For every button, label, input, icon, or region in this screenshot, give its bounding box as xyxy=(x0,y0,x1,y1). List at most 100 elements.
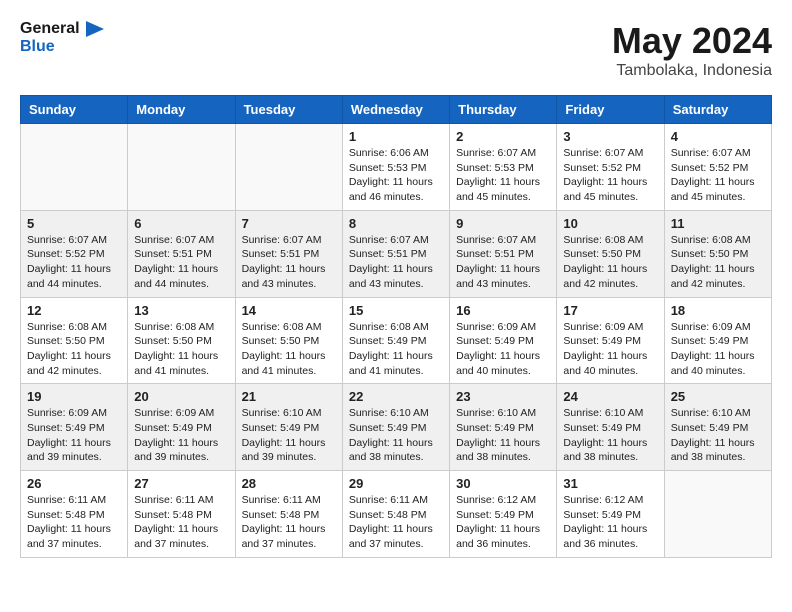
calendar-cell-week1-day2 xyxy=(235,124,342,211)
day-info: Sunrise: 6:08 AMSunset: 5:49 PMDaylight:… xyxy=(349,321,433,377)
day-info: Sunrise: 6:07 AMSunset: 5:51 PMDaylight:… xyxy=(456,234,540,290)
calendar-cell-week4-day5: 24 Sunrise: 6:10 AMSunset: 5:49 PMDaylig… xyxy=(557,384,664,471)
day-info: Sunrise: 6:08 AMSunset: 5:50 PMDaylight:… xyxy=(563,234,647,290)
calendar-cell-week4-day4: 23 Sunrise: 6:10 AMSunset: 5:49 PMDaylig… xyxy=(450,384,557,471)
day-info: Sunrise: 6:10 AMSunset: 5:49 PMDaylight:… xyxy=(349,407,433,463)
page-header: General Blue May 2024 Tambolaka, Indones… xyxy=(20,20,772,80)
day-number: 25 xyxy=(671,389,765,404)
day-info: Sunrise: 6:08 AMSunset: 5:50 PMDaylight:… xyxy=(671,234,755,290)
day-number: 8 xyxy=(349,216,443,231)
day-info: Sunrise: 6:09 AMSunset: 5:49 PMDaylight:… xyxy=(671,321,755,377)
day-info: Sunrise: 6:07 AMSunset: 5:52 PMDaylight:… xyxy=(671,147,755,203)
day-number: 1 xyxy=(349,129,443,144)
calendar-cell-week1-day4: 2 Sunrise: 6:07 AMSunset: 5:53 PMDayligh… xyxy=(450,124,557,211)
day-info: Sunrise: 6:09 AMSunset: 5:49 PMDaylight:… xyxy=(134,407,218,463)
day-info: Sunrise: 6:11 AMSunset: 5:48 PMDaylight:… xyxy=(134,494,218,550)
day-info: Sunrise: 6:07 AMSunset: 5:52 PMDaylight:… xyxy=(563,147,647,203)
calendar-cell-week2-day6: 11 Sunrise: 6:08 AMSunset: 5:50 PMDaylig… xyxy=(664,210,771,297)
calendar-cell-week1-day5: 3 Sunrise: 6:07 AMSunset: 5:52 PMDayligh… xyxy=(557,124,664,211)
weekday-header-friday: Friday xyxy=(557,96,664,124)
calendar-cell-week4-day2: 21 Sunrise: 6:10 AMSunset: 5:49 PMDaylig… xyxy=(235,384,342,471)
day-info: Sunrise: 6:11 AMSunset: 5:48 PMDaylight:… xyxy=(349,494,433,550)
logo-arrow-icon xyxy=(86,21,104,37)
calendar-cell-week2-day5: 10 Sunrise: 6:08 AMSunset: 5:50 PMDaylig… xyxy=(557,210,664,297)
calendar-cell-week1-day6: 4 Sunrise: 6:07 AMSunset: 5:52 PMDayligh… xyxy=(664,124,771,211)
weekday-header-saturday: Saturday xyxy=(664,96,771,124)
calendar-cell-week2-day0: 5 Sunrise: 6:07 AMSunset: 5:52 PMDayligh… xyxy=(21,210,128,297)
calendar-cell-week1-day1 xyxy=(128,124,235,211)
day-number: 22 xyxy=(349,389,443,404)
week-row-4: 19 Sunrise: 6:09 AMSunset: 5:49 PMDaylig… xyxy=(21,384,772,471)
day-number: 5 xyxy=(27,216,121,231)
day-info: Sunrise: 6:07 AMSunset: 5:52 PMDaylight:… xyxy=(27,234,111,290)
day-number: 26 xyxy=(27,476,121,491)
day-number: 11 xyxy=(671,216,765,231)
day-info: Sunrise: 6:07 AMSunset: 5:53 PMDaylight:… xyxy=(456,147,540,203)
day-info: Sunrise: 6:08 AMSunset: 5:50 PMDaylight:… xyxy=(242,321,326,377)
day-number: 15 xyxy=(349,303,443,318)
day-info: Sunrise: 6:11 AMSunset: 5:48 PMDaylight:… xyxy=(27,494,111,550)
day-info: Sunrise: 6:11 AMSunset: 5:48 PMDaylight:… xyxy=(242,494,326,550)
calendar-cell-week5-day1: 27 Sunrise: 6:11 AMSunset: 5:48 PMDaylig… xyxy=(128,471,235,558)
day-info: Sunrise: 6:07 AMSunset: 5:51 PMDaylight:… xyxy=(349,234,433,290)
weekday-header-monday: Monday xyxy=(128,96,235,124)
calendar-cell-week1-day0 xyxy=(21,124,128,211)
calendar-table: SundayMondayTuesdayWednesdayThursdayFrid… xyxy=(20,95,772,558)
week-row-3: 12 Sunrise: 6:08 AMSunset: 5:50 PMDaylig… xyxy=(21,297,772,384)
day-number: 20 xyxy=(134,389,228,404)
day-info: Sunrise: 6:10 AMSunset: 5:49 PMDaylight:… xyxy=(456,407,540,463)
week-row-2: 5 Sunrise: 6:07 AMSunset: 5:52 PMDayligh… xyxy=(21,210,772,297)
day-number: 30 xyxy=(456,476,550,491)
day-info: Sunrise: 6:10 AMSunset: 5:49 PMDaylight:… xyxy=(671,407,755,463)
calendar-cell-week2-day1: 6 Sunrise: 6:07 AMSunset: 5:51 PMDayligh… xyxy=(128,210,235,297)
calendar-cell-week2-day3: 8 Sunrise: 6:07 AMSunset: 5:51 PMDayligh… xyxy=(342,210,449,297)
calendar-cell-week3-day3: 15 Sunrise: 6:08 AMSunset: 5:49 PMDaylig… xyxy=(342,297,449,384)
calendar-cell-week2-day2: 7 Sunrise: 6:07 AMSunset: 5:51 PMDayligh… xyxy=(235,210,342,297)
day-info: Sunrise: 6:12 AMSunset: 5:49 PMDaylight:… xyxy=(563,494,647,550)
day-number: 2 xyxy=(456,129,550,144)
calendar-cell-week5-day0: 26 Sunrise: 6:11 AMSunset: 5:48 PMDaylig… xyxy=(21,471,128,558)
day-info: Sunrise: 6:07 AMSunset: 5:51 PMDaylight:… xyxy=(242,234,326,290)
calendar-cell-week3-day5: 17 Sunrise: 6:09 AMSunset: 5:49 PMDaylig… xyxy=(557,297,664,384)
day-number: 31 xyxy=(563,476,657,491)
week-row-1: 1 Sunrise: 6:06 AMSunset: 5:53 PMDayligh… xyxy=(21,124,772,211)
calendar-cell-week3-day4: 16 Sunrise: 6:09 AMSunset: 5:49 PMDaylig… xyxy=(450,297,557,384)
day-info: Sunrise: 6:06 AMSunset: 5:53 PMDaylight:… xyxy=(349,147,433,203)
month-year: May 2024 xyxy=(612,20,772,62)
calendar-cell-week5-day3: 29 Sunrise: 6:11 AMSunset: 5:48 PMDaylig… xyxy=(342,471,449,558)
calendar-cell-week4-day3: 22 Sunrise: 6:10 AMSunset: 5:49 PMDaylig… xyxy=(342,384,449,471)
day-number: 12 xyxy=(27,303,121,318)
day-number: 6 xyxy=(134,216,228,231)
calendar-cell-week5-day4: 30 Sunrise: 6:12 AMSunset: 5:49 PMDaylig… xyxy=(450,471,557,558)
calendar-cell-week5-day2: 28 Sunrise: 6:11 AMSunset: 5:48 PMDaylig… xyxy=(235,471,342,558)
day-info: Sunrise: 6:12 AMSunset: 5:49 PMDaylight:… xyxy=(456,494,540,550)
day-number: 9 xyxy=(456,216,550,231)
calendar-cell-week3-day2: 14 Sunrise: 6:08 AMSunset: 5:50 PMDaylig… xyxy=(235,297,342,384)
day-number: 14 xyxy=(242,303,336,318)
day-number: 23 xyxy=(456,389,550,404)
location: Tambolaka, Indonesia xyxy=(612,62,772,80)
calendar-cell-week3-day6: 18 Sunrise: 6:09 AMSunset: 5:49 PMDaylig… xyxy=(664,297,771,384)
day-info: Sunrise: 6:09 AMSunset: 5:49 PMDaylight:… xyxy=(456,321,540,377)
day-number: 21 xyxy=(242,389,336,404)
calendar-cell-week5-day5: 31 Sunrise: 6:12 AMSunset: 5:49 PMDaylig… xyxy=(557,471,664,558)
weekday-header-sunday: Sunday xyxy=(21,96,128,124)
day-number: 13 xyxy=(134,303,228,318)
calendar-cell-week4-day0: 19 Sunrise: 6:09 AMSunset: 5:49 PMDaylig… xyxy=(21,384,128,471)
day-number: 24 xyxy=(563,389,657,404)
day-number: 4 xyxy=(671,129,765,144)
day-info: Sunrise: 6:09 AMSunset: 5:49 PMDaylight:… xyxy=(563,321,647,377)
calendar-cell-week4-day1: 20 Sunrise: 6:09 AMSunset: 5:49 PMDaylig… xyxy=(128,384,235,471)
day-info: Sunrise: 6:08 AMSunset: 5:50 PMDaylight:… xyxy=(134,321,218,377)
calendar-cell-week3-day1: 13 Sunrise: 6:08 AMSunset: 5:50 PMDaylig… xyxy=(128,297,235,384)
day-info: Sunrise: 6:10 AMSunset: 5:49 PMDaylight:… xyxy=(563,407,647,463)
logo: General Blue xyxy=(20,20,104,55)
calendar-cell-week1-day3: 1 Sunrise: 6:06 AMSunset: 5:53 PMDayligh… xyxy=(342,124,449,211)
day-number: 27 xyxy=(134,476,228,491)
day-info: Sunrise: 6:10 AMSunset: 5:49 PMDaylight:… xyxy=(242,407,326,463)
day-number: 17 xyxy=(563,303,657,318)
day-number: 7 xyxy=(242,216,336,231)
weekday-header-thursday: Thursday xyxy=(450,96,557,124)
weekday-header-row: SundayMondayTuesdayWednesdayThursdayFrid… xyxy=(21,96,772,124)
day-info: Sunrise: 6:07 AMSunset: 5:51 PMDaylight:… xyxy=(134,234,218,290)
